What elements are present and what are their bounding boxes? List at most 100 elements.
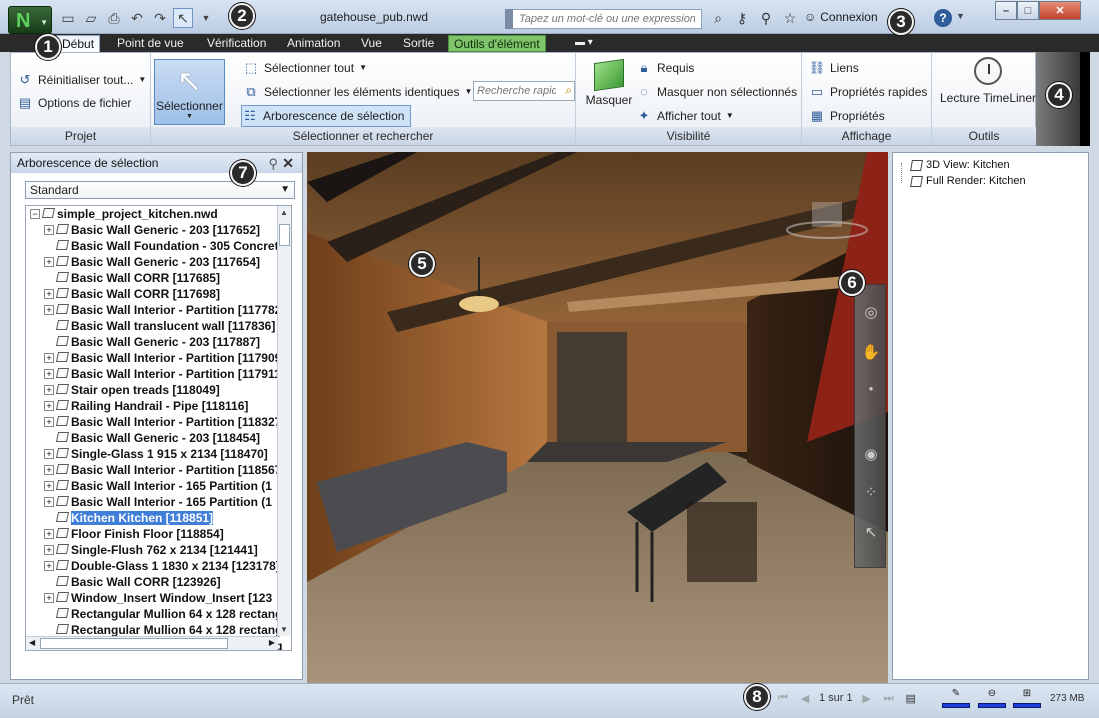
- expand-icon[interactable]: +: [44, 561, 54, 571]
- first-page-icon[interactable]: ⏮: [775, 690, 791, 706]
- expand-icon[interactable]: +: [44, 545, 54, 555]
- tree-item[interactable]: + Single-Glass 1 915 x 2134 [118470]: [44, 446, 268, 462]
- tab-sortie[interactable]: Sortie: [398, 35, 439, 52]
- tree-item[interactable]: + Basic Wall Generic - 203 [117654]: [44, 254, 260, 270]
- tree-item[interactable]: + Railing Handrail - Pipe [118116]: [44, 398, 248, 414]
- redo-icon[interactable]: ↷: [150, 8, 170, 28]
- walk-footsteps-icon[interactable]: ⁘: [860, 481, 882, 503]
- expand-icon[interactable]: +: [44, 449, 54, 459]
- ribbon-display-toggle-icon[interactable]: ▬ ▾: [570, 35, 598, 52]
- expand-icon[interactable]: +: [44, 401, 54, 411]
- open-folder-icon[interactable]: ▱: [81, 8, 101, 28]
- tree-item[interactable]: + Basic Wall Interior - 165 Partition (1: [44, 494, 272, 510]
- sheet-browser-icon[interactable]: ▤: [903, 690, 919, 706]
- favorites-star-icon[interactable]: ☆: [780, 8, 800, 28]
- tree-item[interactable]: Basic Wall Generic - 203 [117887]: [44, 334, 260, 350]
- tree-item[interactable]: + Double-Glass 1 1830 x 2134 [123178]: [44, 558, 280, 574]
- properties-button[interactable]: ▦ Propriétés: [809, 105, 885, 127]
- tab-animation[interactable]: Animation: [282, 35, 345, 52]
- select-all-button[interactable]: ⬚ Sélectionner tout ▼: [243, 57, 367, 79]
- file-options-button[interactable]: ▤ Options de fichier: [17, 92, 132, 114]
- next-page-icon[interactable]: ▶: [859, 690, 875, 706]
- links-button[interactable]: ⛓ Liens: [809, 57, 859, 79]
- expand-icon[interactable]: +: [44, 529, 54, 539]
- hide-unselected-button[interactable]: ◌ Masquer non sélectionnés: [636, 81, 797, 103]
- quick-search-input[interactable]: [474, 82, 556, 100]
- expand-icon[interactable]: +: [44, 353, 54, 363]
- previous-page-icon[interactable]: ◀: [797, 690, 813, 706]
- tab-outils-element[interactable]: Outils d'élément: [448, 35, 546, 52]
- tree-item[interactable]: Basic Wall translucent wall [117836]: [44, 318, 275, 334]
- select-big-button[interactable]: ↖ Sélectionner ▼: [154, 59, 225, 125]
- tree-horizontal-scrollbar[interactable]: ◀ ▶: [26, 636, 278, 650]
- expand-icon[interactable]: +: [44, 497, 54, 507]
- expand-icon[interactable]: +: [44, 289, 54, 299]
- select-same-button[interactable]: ⧉ Sélectionner les éléments identiques ▼: [243, 81, 472, 103]
- qat-customize-icon[interactable]: ▼: [196, 8, 216, 28]
- scroll-left-icon[interactable]: ◀: [29, 638, 35, 647]
- expand-icon[interactable]: +: [44, 465, 54, 475]
- tree-item[interactable]: + Basic Wall Interior - 165 Partition (1: [44, 478, 272, 494]
- reset-all-button[interactable]: ↺ Réinitialiser tout... ▼: [17, 69, 147, 91]
- minimize-button[interactable]: –: [995, 1, 1017, 20]
- expand-icon[interactable]: +: [44, 225, 54, 235]
- expand-icon[interactable]: +: [44, 481, 54, 491]
- close-icon[interactable]: ✕: [282, 153, 294, 173]
- tree-item[interactable]: + Basic Wall Interior - Partition [117911…: [44, 366, 285, 382]
- tree-item[interactable]: Basic Wall CORR [117685]: [44, 270, 220, 286]
- tree-item[interactable]: + Basic Wall Interior - Partition [117909…: [44, 350, 285, 366]
- select-arrow-icon[interactable]: ↖: [860, 521, 882, 543]
- tab-debut[interactable]: Début: [56, 35, 101, 52]
- scroll-up-icon[interactable]: ▲: [280, 208, 288, 217]
- steering-wheel-icon[interactable]: ◎: [860, 301, 882, 323]
- tree-item[interactable]: Basic Wall CORR [123926]: [44, 574, 221, 590]
- tab-verification[interactable]: Vérification: [202, 35, 271, 52]
- vertical-scroll-thumb[interactable]: [279, 224, 290, 246]
- expand-icon[interactable]: +: [44, 593, 54, 603]
- collapse-icon[interactable]: −: [30, 209, 40, 219]
- tree-item[interactable]: + Stair open treads [118049]: [44, 382, 220, 398]
- satellite-icon[interactable]: ⚲: [756, 8, 776, 28]
- tree-mode-dropdown[interactable]: Standard ▼: [25, 181, 295, 199]
- 3d-viewport[interactable]: [307, 152, 888, 683]
- viewpoint-item[interactable]: 3D View: Kitchen: [910, 158, 1010, 172]
- tree-item[interactable]: Basic Wall Foundation - 305 Concrete: [44, 238, 285, 254]
- viewpoint-item[interactable]: Full Render: Kitchen: [910, 174, 1026, 188]
- login-button[interactable]: ☺ Connexion: [804, 10, 878, 24]
- binoculars-search-icon[interactable]: ⌕: [708, 8, 728, 28]
- tree-item[interactable]: + Basic Wall Generic - 203 [117652]: [44, 222, 260, 238]
- zoom-icon[interactable]: ●: [860, 377, 882, 399]
- print-icon[interactable]: ⎙: [104, 8, 124, 28]
- help-dropdown-icon[interactable]: ▼: [956, 11, 965, 21]
- tree-item[interactable]: + Single-Flush 762 x 2134 [121441]: [44, 542, 258, 558]
- tree-item[interactable]: Rectangular Mullion 64 x 128 rectang: [44, 606, 282, 622]
- maximize-button[interactable]: □: [1017, 1, 1039, 20]
- last-page-icon[interactable]: ⏭: [881, 690, 897, 706]
- expand-icon[interactable]: +: [44, 417, 54, 427]
- help-button[interactable]: ?: [934, 9, 952, 27]
- key-icon[interactable]: ⚷: [732, 8, 752, 28]
- search-collapse-handle[interactable]: [505, 9, 513, 29]
- tree-item[interactable]: + Window_Insert Window_Insert [123: [44, 590, 272, 606]
- pan-hand-icon[interactable]: ✋: [860, 341, 882, 363]
- show-all-button[interactable]: ✦ Afficher tout ▼: [636, 105, 734, 127]
- tree-item[interactable]: + Basic Wall Interior - Partition [118567…: [44, 462, 285, 478]
- pin-icon[interactable]: ⚲: [268, 154, 278, 174]
- tree-root[interactable]: − simple_project_kitchen.nwd: [30, 206, 218, 222]
- infocenter-search[interactable]: [505, 9, 702, 29]
- hide-big-button[interactable]: Masquer: [584, 58, 634, 107]
- quick-properties-button[interactable]: ▭ Propriétés rapides: [809, 81, 928, 103]
- horizontal-scroll-thumb[interactable]: [40, 638, 228, 649]
- undo-icon[interactable]: ↶: [127, 8, 147, 28]
- tab-vue[interactable]: Vue: [356, 35, 387, 52]
- expand-icon[interactable]: +: [44, 369, 54, 379]
- scroll-right-icon[interactable]: ▶: [269, 638, 275, 647]
- required-button[interactable]: 🔒︎ Requis: [636, 57, 695, 79]
- expand-icon[interactable]: +: [44, 385, 54, 395]
- tree-item[interactable]: + Basic Wall Interior - Partition [118327…: [44, 414, 285, 430]
- tree-item[interactable]: + Basic Wall CORR [117698]: [44, 286, 220, 302]
- selection-tree-button[interactable]: ☷ Arborescence de sélection: [241, 105, 412, 127]
- select-cursor-icon[interactable]: ↖: [173, 8, 193, 28]
- scroll-down-icon[interactable]: ▼: [280, 625, 288, 634]
- application-menu-button[interactable]: N ▼: [8, 6, 52, 34]
